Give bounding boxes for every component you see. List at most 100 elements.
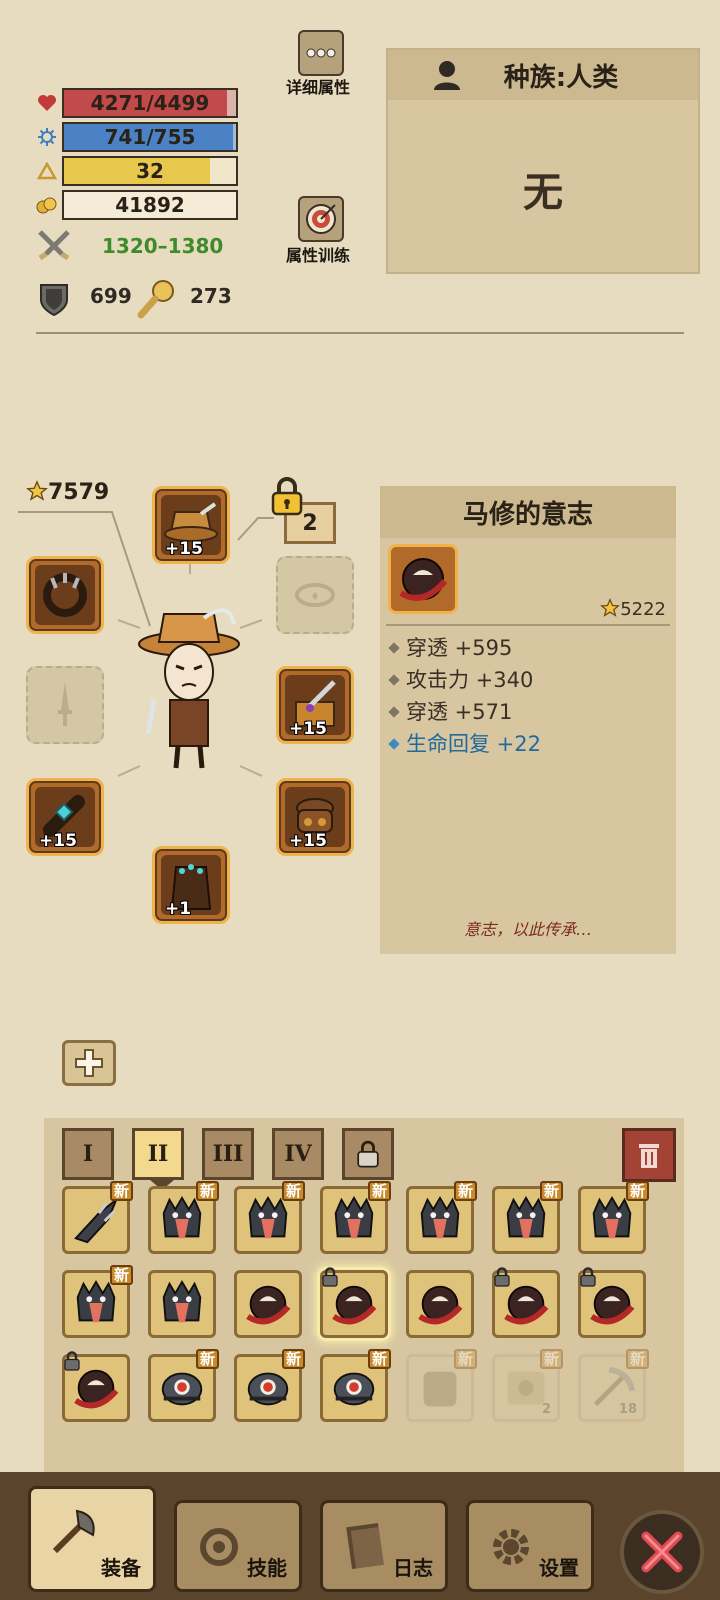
inventory-item[interactable]: [62, 1351, 130, 1422]
mp-bar: 741/755: [62, 122, 238, 152]
race-title: 种族:人类: [503, 62, 619, 93]
hp-text: 4271/4499: [90, 91, 210, 115]
lock-icon: [357, 1140, 379, 1168]
new-badge: 新: [625, 1181, 649, 1201]
inventory-item[interactable]: [492, 1267, 560, 1338]
item-art-icon: [247, 1372, 289, 1406]
inventory-item[interactable]: 新: [148, 1349, 219, 1422]
nav-skills[interactable]: 技能: [174, 1500, 302, 1592]
inventory-item[interactable]: 新: [320, 1181, 391, 1254]
inventory-item[interactable]: 新: [234, 1349, 305, 1422]
level-icon: [36, 160, 58, 182]
gold-bar: 41892: [62, 190, 238, 220]
armor-enhance: +1: [165, 899, 192, 919]
heart-icon: [36, 92, 58, 114]
offhand-slot[interactable]: +15: [276, 666, 354, 744]
hp-bar: 4271/4499: [62, 88, 238, 118]
item-art-icon: [76, 1279, 116, 1323]
inventory-item[interactable]: [148, 1270, 216, 1338]
inventory-item[interactable]: 新: [492, 1181, 563, 1254]
armor-slot[interactable]: +1: [152, 846, 230, 924]
sword-placeholder-icon: [34, 674, 96, 736]
add-button[interactable]: [62, 1040, 116, 1086]
tab-4[interactable]: IV: [272, 1128, 324, 1180]
tab-1[interactable]: I: [62, 1128, 114, 1180]
weapon-slot-empty[interactable]: [26, 666, 104, 744]
new-badge: 新: [367, 1181, 391, 1201]
section-divider: [36, 332, 684, 334]
race-panel: 种族:人类 无: [386, 48, 700, 274]
nav-skills-label: 技能: [247, 1556, 287, 1580]
nav-settings[interactable]: 设置: [466, 1500, 594, 1592]
inventory-item[interactable]: 新: [406, 1181, 477, 1254]
gloves-slot[interactable]: +15: [276, 778, 354, 856]
item-preview[interactable]: [388, 544, 458, 614]
trash-icon: [639, 1144, 659, 1168]
spiked-collar-icon: [35, 565, 95, 625]
item-art-icon: [423, 1371, 457, 1407]
item-art-icon: [334, 1195, 374, 1239]
item-icon: [500, 1194, 552, 1246]
inventory-item[interactable]: 新2: [492, 1349, 563, 1422]
ring-slot-empty[interactable]: [276, 556, 354, 634]
inventory-item[interactable]: [234, 1270, 302, 1338]
lock-icon: [494, 1267, 510, 1287]
crit-value: 273: [190, 284, 232, 308]
new-badge: 新: [453, 1181, 477, 1201]
tab-locked[interactable]: [342, 1128, 394, 1180]
inventory-item[interactable]: 新 18: [578, 1349, 649, 1422]
inventory-item[interactable]: 新: [578, 1181, 649, 1254]
journal-icon: [335, 1517, 395, 1577]
tab-2[interactable]: II: [132, 1128, 184, 1180]
inventory-item[interactable]: [320, 1267, 388, 1338]
inventory-item[interactable]: 新: [320, 1349, 391, 1422]
inventory-item[interactable]: 新: [148, 1181, 219, 1254]
mana-icon: [36, 126, 58, 148]
item-icon: [414, 1278, 466, 1330]
necklace-slot[interactable]: [26, 556, 104, 634]
detail-attributes-button[interactable]: [298, 30, 344, 76]
new-badge: 新: [195, 1181, 219, 1201]
bracer-slot[interactable]: +15: [26, 778, 104, 856]
crit-icon: [134, 276, 178, 320]
hero-character: [138, 608, 240, 769]
item-icon: [242, 1194, 294, 1246]
item-icon: [328, 1362, 380, 1414]
new-badge: 新: [453, 1349, 477, 1369]
inventory-item[interactable]: [578, 1267, 646, 1338]
level-bar: 32: [62, 156, 238, 186]
detail-attributes-label: 详细属性: [286, 78, 351, 97]
race-value: 无: [523, 170, 563, 216]
item-icon: [70, 1194, 122, 1246]
nav-log[interactable]: 日志: [320, 1500, 448, 1592]
new-badge: 新: [195, 1349, 219, 1369]
more-dots-icon: [306, 48, 336, 58]
cursed-helm-icon: [399, 558, 448, 601]
nav-log-label: 日志: [393, 1556, 433, 1580]
hat-slot[interactable]: +15: [152, 486, 230, 564]
item-art-icon: [592, 1195, 632, 1239]
star-icon: [600, 598, 621, 617]
nav-settings-label: 设置: [539, 1556, 579, 1580]
attack-value: 1320–1380: [102, 234, 224, 258]
attribute-training-button[interactable]: [298, 196, 344, 242]
trash-button[interactable]: [622, 1128, 676, 1182]
target-icon: [306, 204, 336, 234]
ring-placeholder-icon: [284, 564, 346, 626]
attribute-training-label: 属性训练: [286, 246, 351, 265]
person-icon: [434, 61, 460, 90]
inventory-item[interactable]: 新: [62, 1181, 133, 1254]
new-badge: 新: [109, 1265, 133, 1285]
inventory-item[interactable]: 新: [406, 1349, 477, 1422]
nav-equipment-label: 装备: [101, 1556, 141, 1580]
close-button[interactable]: [620, 1510, 704, 1594]
inventory-item[interactable]: 新: [234, 1181, 305, 1254]
lock-icon[interactable]: [270, 476, 304, 516]
inventory-item[interactable]: [406, 1270, 474, 1338]
inventory-item[interactable]: 新: [62, 1265, 133, 1338]
lock-icon: [322, 1267, 338, 1287]
item-art-icon: [162, 1279, 202, 1323]
tab-3[interactable]: III: [202, 1128, 254, 1180]
nav-equipment[interactable]: 装备: [28, 1486, 156, 1592]
item-count: 2: [541, 1402, 551, 1417]
